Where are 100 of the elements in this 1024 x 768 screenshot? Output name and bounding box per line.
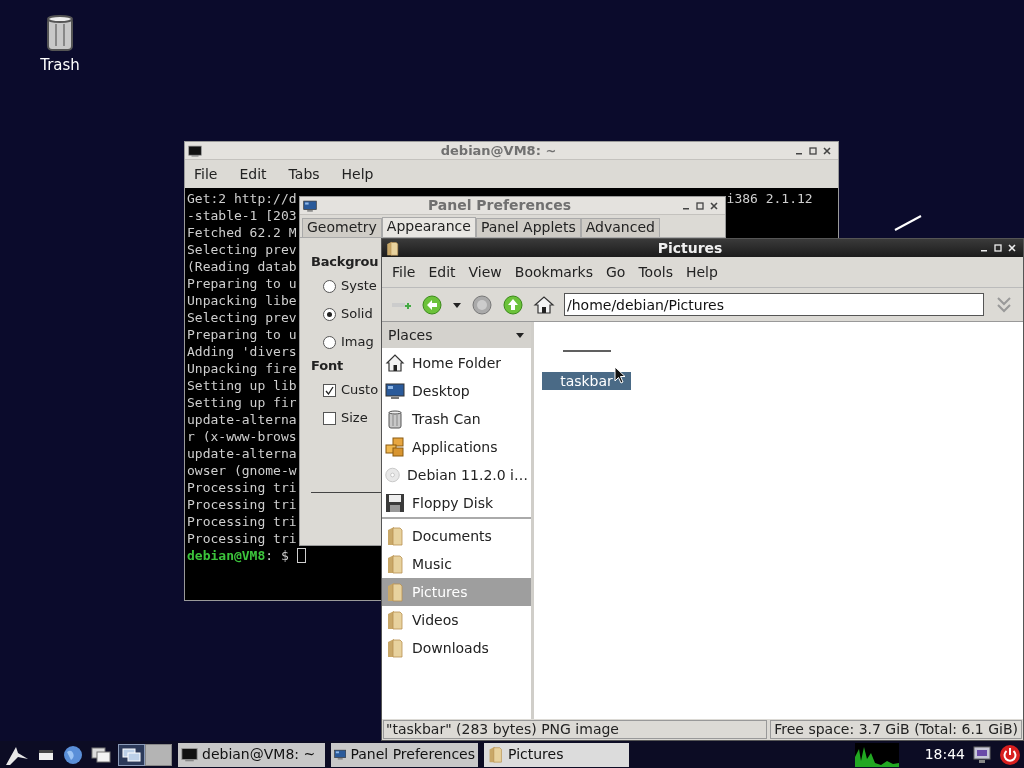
- place-label: Music: [412, 554, 452, 574]
- terminal-icon: [188, 143, 202, 158]
- network-icon[interactable]: [971, 743, 993, 766]
- radio-button[interactable]: [323, 279, 336, 293]
- reload-icon[interactable]: [471, 293, 493, 316]
- tab[interactable]: Appearance: [381, 217, 476, 237]
- window-title: debian@VM8: ~: [439, 141, 558, 160]
- window-title: Pictures: [656, 238, 724, 258]
- option-label: Custo: [341, 381, 379, 400]
- path-field[interactable]: /home/debian/Pictures: [564, 293, 984, 316]
- status-text: "taskbar" (283 bytes) PNG image: [383, 720, 768, 739]
- tab[interactable]: Advanced: [580, 218, 660, 237]
- radio-button[interactable]: [323, 307, 336, 321]
- places-label: Places: [388, 325, 433, 345]
- monitor-icon: [303, 198, 317, 213]
- terminal-line: Selecting prev: [187, 309, 297, 326]
- terminal-line: -stable-1 [203: [187, 207, 297, 224]
- folder-icon: [385, 554, 405, 574]
- terminal-line: Unpacking libe: [187, 292, 297, 309]
- terminal-line: Selecting prev: [187, 241, 297, 258]
- task-button[interactable]: debian@VM8: ~: [178, 742, 325, 767]
- menu-item[interactable]: Tools: [638, 261, 673, 283]
- back-icon[interactable]: [421, 293, 443, 316]
- trash-icon: [385, 409, 405, 429]
- task-button[interactable]: Panel Preferences: [331, 742, 478, 767]
- radio-button[interactable]: [323, 335, 336, 349]
- file-name[interactable]: taskbar: [542, 372, 631, 390]
- terminal-line: Preparing to u: [187, 275, 297, 292]
- terminal-line: r (x-www-brows: [187, 428, 297, 445]
- cpu-graph-icon: [854, 742, 899, 767]
- option-label: Imag: [341, 333, 374, 352]
- menu-item[interactable]: Tabs: [288, 163, 320, 185]
- tab[interactable]: Geometry: [302, 218, 382, 237]
- places-header[interactable]: Places: [382, 322, 531, 348]
- place-label: Downloads: [412, 638, 489, 658]
- close-icon[interactable]: [710, 201, 718, 210]
- terminal-line: Get:2 http://d: [187, 190, 297, 207]
- power-icon[interactable]: [999, 743, 1021, 766]
- place-label: Pictures: [412, 582, 468, 602]
- place-label: Applications: [412, 437, 498, 457]
- checkbox[interactable]: [323, 383, 336, 397]
- option-label: Syste: [341, 277, 377, 296]
- option-label: Size: [341, 409, 368, 428]
- terminal-line: Processing tri: [187, 530, 297, 547]
- menu-item[interactable]: File: [392, 261, 416, 283]
- folder-icon: [385, 610, 405, 630]
- text-cursor: [296, 548, 306, 563]
- menu-item[interactable]: View: [468, 261, 502, 283]
- terminal-icon: [181, 746, 198, 763]
- place-label: Trash Can: [412, 409, 481, 429]
- globe-icon[interactable]: [62, 743, 84, 766]
- menu-item[interactable]: Edit: [428, 261, 456, 283]
- menu-item[interactable]: Edit: [239, 163, 267, 185]
- house-icon: [385, 353, 405, 373]
- place-label: Home Folder: [412, 353, 502, 373]
- checkbox[interactable]: [323, 411, 336, 425]
- floppy-icon: [385, 493, 405, 513]
- terminal-line: Processing tri: [187, 496, 297, 513]
- task-button[interactable]: Pictures: [484, 742, 629, 767]
- menu-item[interactable]: Bookmarks: [514, 261, 593, 283]
- workspace[interactable]: [145, 743, 172, 766]
- monitor-icon: [385, 381, 405, 401]
- prompt-symbol: : $: [265, 547, 290, 564]
- folder-icon: [385, 526, 405, 546]
- terminal-line: Preparing to u: [187, 326, 297, 343]
- terminal-line: owser (gnome-w: [187, 462, 297, 479]
- menu-item[interactable]: Help: [685, 261, 718, 283]
- terminal-line: (Reading datab: [187, 258, 297, 275]
- workspace[interactable]: [118, 743, 145, 766]
- place-label: Documents: [412, 526, 492, 546]
- terminal-line: update-alterna: [187, 411, 297, 428]
- caret-icon[interactable]: [515, 330, 525, 340]
- place-label: Videos: [412, 610, 459, 630]
- folder-icon: [385, 638, 405, 658]
- terminal-line: Setting up fir: [187, 394, 297, 411]
- maximize-icon[interactable]: [809, 146, 817, 155]
- disc-icon: [385, 465, 401, 485]
- clock[interactable]: 18:44: [924, 744, 965, 765]
- menu-item[interactable]: Help: [341, 163, 374, 185]
- icon-label: Trash: [40, 55, 80, 76]
- maximize-icon[interactable]: [696, 201, 704, 210]
- place-label: Debian 11.2.0 i…: [407, 465, 528, 485]
- menu-item[interactable]: File: [194, 163, 218, 185]
- boxes-icon: [385, 437, 405, 457]
- menu-item[interactable]: Go: [606, 261, 626, 283]
- place-label: Floppy Disk: [412, 493, 494, 513]
- terminal-line: update-alterna: [187, 445, 297, 462]
- up-icon[interactable]: [502, 293, 524, 316]
- tab[interactable]: Panel Applets: [475, 218, 581, 237]
- terminal-line: Processing tri: [187, 513, 297, 530]
- close-icon[interactable]: [823, 146, 831, 155]
- place-label: Desktop: [412, 381, 470, 401]
- mouse-pointer-icon: [614, 366, 626, 384]
- terminal-line: Setting up lib: [187, 377, 297, 394]
- folder-icon: [385, 582, 405, 602]
- desktop-icon[interactable]: Trash: [40, 12, 80, 77]
- terminal-line: Processing tri: [187, 479, 297, 496]
- terminal-line: Adding 'divers: [187, 343, 297, 360]
- free-space-text: Free space: 3.7 GiB (Total: 6.1 GiB): [770, 720, 1022, 739]
- section-heading: Font: [311, 357, 343, 375]
